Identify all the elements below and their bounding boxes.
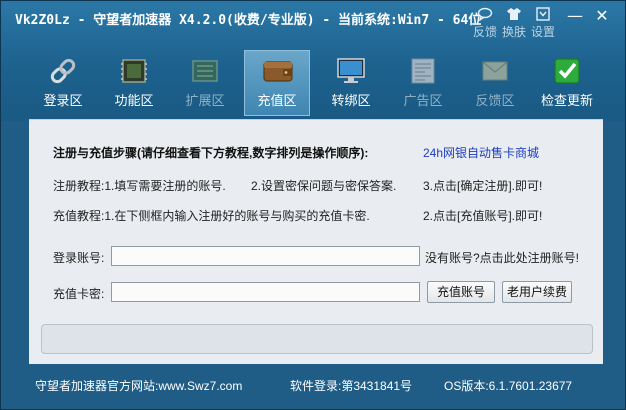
register-step-2: 2.设置密保问题与密保答案.	[251, 179, 397, 193]
tab-feedback[interactable]: 反馈区	[462, 51, 528, 115]
chat-bubble-icon	[477, 7, 493, 21]
chip-icon	[121, 59, 147, 83]
steps-title: 注册与充值步骤(请仔细查看下方教程,数字排列是操作顺序):	[53, 146, 369, 160]
wallet-icon	[263, 61, 293, 82]
os-version: OS版本:6.1.7601.23677	[444, 379, 573, 393]
feedback-label: 反馈	[472, 25, 497, 39]
main-window: Vk2Z0Lz - 守望者加速器 X4.2.0(收费/专业版) - 当前系统:W…	[0, 0, 626, 410]
check-mark-icon	[554, 58, 580, 84]
official-website[interactable]: 守望者加速器官方网站:www.Swz7.com	[35, 377, 242, 394]
newspaper-icon	[411, 58, 435, 84]
settings-box-icon	[536, 7, 550, 21]
tab-recharge-label: 充值区	[257, 93, 297, 108]
recharge-step-2: 2.点击[充值账号].即可!	[423, 209, 543, 223]
tab-ads[interactable]: 广告区	[390, 51, 456, 115]
window-title: Vk2Z0Lz - 守望者加速器 X4.2.0(收费/专业版) - 当前系统:W…	[15, 13, 482, 28]
board-icon	[192, 60, 218, 82]
tab-check-update[interactable]: 检查更新	[534, 51, 600, 115]
renew-button[interactable]: 老用户续费	[502, 281, 572, 303]
register-step-1: 注册教程:1.填写需要注册的账号.	[53, 179, 226, 193]
feedback-button[interactable]: 反馈	[470, 5, 500, 39]
tab-functions-label: 功能区	[114, 93, 154, 108]
register-step-3: 3.点击[确定注册].即可!	[423, 179, 543, 193]
recharge-account-button[interactable]: 充值账号	[427, 281, 495, 303]
skin-label: 换肤	[501, 25, 526, 39]
account-input[interactable]	[111, 246, 420, 266]
tab-functions[interactable]: 功能区	[101, 51, 167, 115]
tab-transfer-label: 转绑区	[331, 93, 371, 108]
recharge-step-1: 充值教程:1.在下侧框内输入注册好的账号与购买的充值卡密.	[53, 209, 370, 223]
shirt-icon	[507, 8, 521, 20]
tab-recharge[interactable]: 充值区	[244, 50, 310, 116]
tab-login[interactable]: 登录区	[30, 51, 96, 115]
card-key-input[interactable]	[111, 282, 420, 302]
tab-extensions[interactable]: 扩展区	[172, 51, 238, 115]
monitor-icon	[337, 58, 365, 83]
card-label: 充值卡密:	[53, 287, 105, 301]
tab-extensions-label: 扩展区	[185, 93, 225, 108]
recharge-panel: 注册与充值步骤(请仔细查看下方教程,数字排列是操作顺序): 24h网银自动售卡商…	[29, 119, 603, 364]
chain-link-icon	[50, 58, 76, 84]
tab-feedback-label: 反馈区	[475, 93, 515, 108]
shop-link[interactable]: 24h网银自动售卡商城	[423, 144, 539, 161]
tab-transfer[interactable]: 转绑区	[318, 51, 384, 115]
envelope-icon	[482, 61, 508, 81]
tab-ads-label: 广告区	[403, 93, 443, 108]
title-bar: Vk2Z0Lz - 守望者加速器 X4.2.0(收费/专业版) - 当前系统:W…	[1, 1, 625, 40]
register-account-link[interactable]: 没有账号?点击此处注册账号!	[425, 249, 579, 266]
status-box	[41, 324, 593, 354]
login-count: 软件登录:第3431841号	[290, 379, 413, 393]
skin-button[interactable]: 换肤	[499, 5, 529, 39]
account-label: 登录账号:	[53, 251, 105, 265]
settings-label: 设置	[530, 25, 555, 39]
status-bar: 守望者加速器官方网站:www.Swz7.com 软件登录:第3431841号 O…	[1, 371, 625, 397]
minimize-button[interactable]: —	[563, 7, 587, 25]
close-button[interactable]: ✕	[590, 7, 614, 25]
tab-check-update-label: 检查更新	[540, 93, 593, 108]
settings-button[interactable]: 设置	[528, 5, 558, 39]
tab-login-label: 登录区	[43, 93, 83, 108]
main-toolbar: 登录区 功能区 扩展区 充值区 转绑区 广告区 反馈区 检查更新	[1, 50, 625, 116]
